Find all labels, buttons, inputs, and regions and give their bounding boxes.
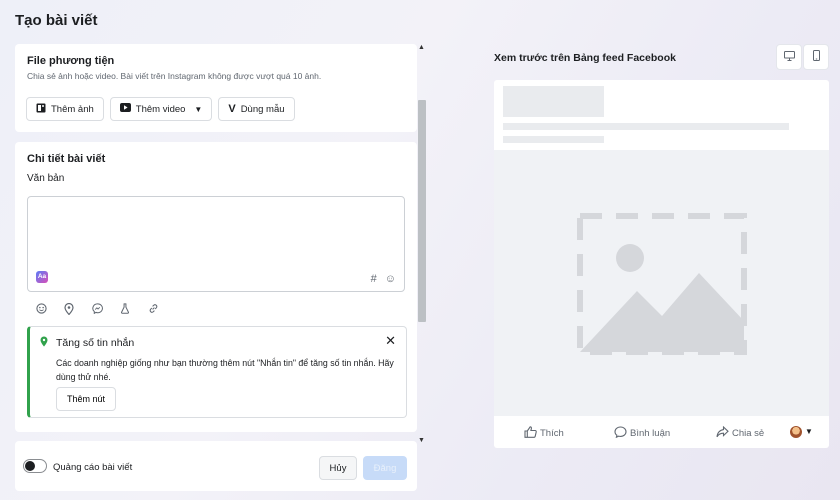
- details-title: Chi tiết bài viết: [27, 153, 106, 165]
- share-label: Chia sẻ: [732, 428, 765, 439]
- messenger-icon[interactable]: [90, 303, 104, 318]
- boost-post-toggle[interactable]: [23, 459, 47, 473]
- media-button-row: Thêm ảnh Thêm video ▼ V Dùng mẫu: [26, 97, 295, 121]
- comment-action[interactable]: Bình luận: [614, 426, 670, 441]
- emoji-icon[interactable]: ☺: [385, 273, 396, 285]
- chevron-down-icon[interactable]: ▼: [805, 427, 813, 436]
- placeholder-header: [503, 86, 604, 117]
- feed-preview-card: Thích Bình luận Chia sẻ ▼: [494, 80, 829, 448]
- cancel-button[interactable]: Hủy: [319, 456, 357, 480]
- tip-body: Các doanh nghiệp giống như bạn thường th…: [56, 358, 394, 382]
- share-icon: [716, 425, 729, 441]
- placeholder-line: [503, 123, 789, 130]
- location-pin-icon[interactable]: [62, 302, 76, 318]
- preview-title: Xem trước trên Bảng feed Facebook: [494, 52, 676, 64]
- add-video-label: Thêm video: [135, 103, 186, 115]
- post-button[interactable]: Đăng: [363, 456, 407, 480]
- increase-messages-tip: Tăng số tin nhắn ✕ Các doanh nghiệp giốn…: [27, 326, 407, 418]
- close-icon[interactable]: ✕: [385, 333, 396, 349]
- add-button-button[interactable]: Thêm nút: [56, 387, 117, 411]
- thumbs-up-icon: [524, 426, 537, 441]
- use-template-button[interactable]: V Dùng mẫu: [218, 97, 295, 121]
- tip-title: Tăng số tin nhắn: [56, 337, 135, 349]
- media-subtitle: Chia sẻ ảnh hoặc video. Bài viết trên In…: [27, 71, 322, 81]
- comment-icon: [614, 426, 627, 441]
- media-card: File phương tiện Chia sẻ ảnh hoặc video.…: [15, 44, 417, 132]
- comment-label: Bình luận: [630, 428, 671, 439]
- chevron-down-icon: ▼: [194, 104, 203, 114]
- text-field-label: Văn bản: [27, 173, 65, 184]
- media-title: File phương tiện: [27, 55, 115, 67]
- boost-post-label: Quảng cáo bài viết: [53, 462, 133, 473]
- photo-plus-icon: [36, 103, 46, 116]
- composer-footer: Quảng cáo bài viết Hủy Đăng: [15, 441, 417, 491]
- avatar[interactable]: [790, 426, 802, 438]
- like-action[interactable]: Thích: [524, 426, 564, 441]
- tip-header: Tăng số tin nhắn: [40, 336, 394, 350]
- video-icon: [119, 103, 131, 115]
- add-photo-label: Thêm ảnh: [51, 103, 94, 115]
- image-placeholder-icon: [577, 213, 747, 355]
- use-template-label: Dùng mẫu: [240, 103, 285, 115]
- scroll-up-icon[interactable]: ▲: [418, 44, 425, 51]
- add-photo-button[interactable]: Thêm ảnh: [26, 97, 104, 121]
- location-pin-icon: [40, 336, 48, 350]
- post-text-area[interactable]: Aa # ☺: [27, 196, 405, 292]
- like-label: Thích: [540, 428, 564, 439]
- post-tool-row: [34, 302, 160, 318]
- left-scrollbar[interactable]: ▲ ▼: [417, 44, 427, 444]
- mobile-view-button[interactable]: [803, 44, 829, 70]
- scroll-thumb[interactable]: [418, 100, 426, 322]
- textarea-tools: # ☺: [371, 273, 396, 285]
- scroll-down-icon[interactable]: ▼: [418, 437, 425, 444]
- composer-scroll-area: File phương tiện Chia sẻ ảnh hoặc video.…: [15, 44, 427, 444]
- desktop-view-button[interactable]: [776, 44, 802, 70]
- share-action[interactable]: Chia sẻ: [716, 425, 765, 441]
- preview-actions: Thích Bình luận Chia sẻ: [494, 416, 829, 448]
- page-title: Tạo bài viết: [15, 12, 98, 29]
- preview-image-placeholder: [494, 150, 829, 416]
- mobile-icon: [812, 48, 820, 66]
- flask-icon[interactable]: [118, 303, 132, 318]
- template-v-icon: V: [228, 102, 236, 115]
- link-icon[interactable]: [146, 303, 160, 318]
- placeholder-line: [503, 136, 604, 143]
- ai-text-icon[interactable]: Aa: [36, 271, 48, 283]
- add-video-button[interactable]: Thêm video ▼: [109, 97, 213, 121]
- hashtag-icon[interactable]: #: [371, 273, 377, 285]
- toggle-knob: [25, 461, 35, 471]
- post-details-card: Chi tiết bài viết Văn bản Aa # ☺ Tăng số…: [15, 142, 417, 432]
- emoji-icon[interactable]: [34, 303, 48, 318]
- desktop-icon: [783, 48, 795, 66]
